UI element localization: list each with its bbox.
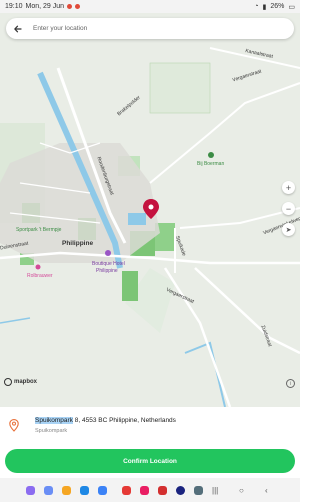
back-arrow-icon[interactable]	[11, 22, 25, 36]
attribution-info-icon[interactable]: i	[286, 379, 295, 388]
wifi-icon: ◔	[254, 3, 259, 10]
selected-address[interactable]: Spuikompark 8, 4553 BC Philippine, Nethe…	[0, 415, 300, 443]
road	[194, 267, 300, 355]
water-pond	[128, 213, 146, 225]
map-label-hotel-2: Philippine	[96, 268, 118, 274]
poi-marker	[105, 250, 111, 256]
map-label-bij-boerman: Bij Boerman	[197, 161, 225, 167]
youtube-app-icon[interactable]	[122, 486, 131, 495]
mapbox-logo-text: mapbox	[14, 379, 38, 385]
zoom-out-button[interactable]: −	[282, 202, 295, 215]
system-nav-bar: ||| ○ ‹	[0, 478, 300, 502]
search-input[interactable]	[31, 24, 294, 33]
address-highlight: Spuikompark	[35, 417, 73, 424]
app-drawer-icon[interactable]	[26, 486, 35, 495]
map-label-rolbrauwer: Rolbrauwer	[27, 273, 53, 279]
media-app-icon[interactable]	[140, 486, 149, 495]
status-bar: 19:10 Mon, 29 Jun ◔ ▮ 26% ▭	[0, 0, 300, 13]
address-line: Spuikompark 8, 4553 BC Philippine, Nethe…	[35, 417, 176, 424]
gallery-app-icon[interactable]	[44, 486, 53, 495]
recents-icon[interactable]: |||	[212, 486, 218, 495]
search-bar	[6, 18, 294, 39]
signal-icon: ▮	[262, 3, 267, 11]
battery-text: 26%	[270, 3, 285, 10]
messages-app-icon[interactable]	[98, 486, 107, 495]
red-app-icon[interactable]	[158, 486, 167, 495]
notification-icon	[67, 4, 73, 9]
home-icon[interactable]: ○	[239, 486, 244, 495]
confirm-location-button[interactable]: Confirm Location	[5, 449, 295, 473]
park-area	[122, 271, 138, 301]
poi-marker	[208, 152, 214, 158]
notification-icon-2	[75, 4, 81, 9]
mapbox-icon	[4, 378, 12, 386]
address-rest: 8, 4553 BC Philippine, Netherlands	[72, 417, 176, 424]
status-date: Mon, 29 Jun	[25, 3, 65, 10]
compass-icon[interactable]: ➤	[282, 223, 295, 236]
zoom-in-button[interactable]: +	[282, 181, 295, 194]
map-label-hotel: Boutique Hotel	[92, 261, 125, 267]
address-subtitle: Spuikompark	[35, 428, 68, 434]
calendar-app-icon[interactable]	[80, 486, 89, 495]
map-label-sportpark: Sportpark 't Bermpje	[16, 227, 62, 233]
field-area	[149, 62, 211, 114]
status-time: 19:10	[5, 3, 23, 10]
location-pin-icon	[9, 419, 19, 437]
back-nav-icon[interactable]: ‹	[265, 486, 268, 495]
poi-marker	[35, 264, 41, 270]
battery-icon: ▭	[288, 3, 295, 11]
waterway	[0, 317, 31, 324]
files-app-icon[interactable]	[62, 486, 71, 495]
settings-app-icon[interactable]	[176, 486, 185, 495]
mapbox-logo: mapbox	[4, 378, 37, 386]
map-view[interactable]: Philippine Boutique Hotel Philippine Spo…	[0, 13, 300, 407]
grid-app-icon[interactable]	[194, 486, 203, 495]
map-label-philippine: Philippine	[62, 240, 94, 247]
